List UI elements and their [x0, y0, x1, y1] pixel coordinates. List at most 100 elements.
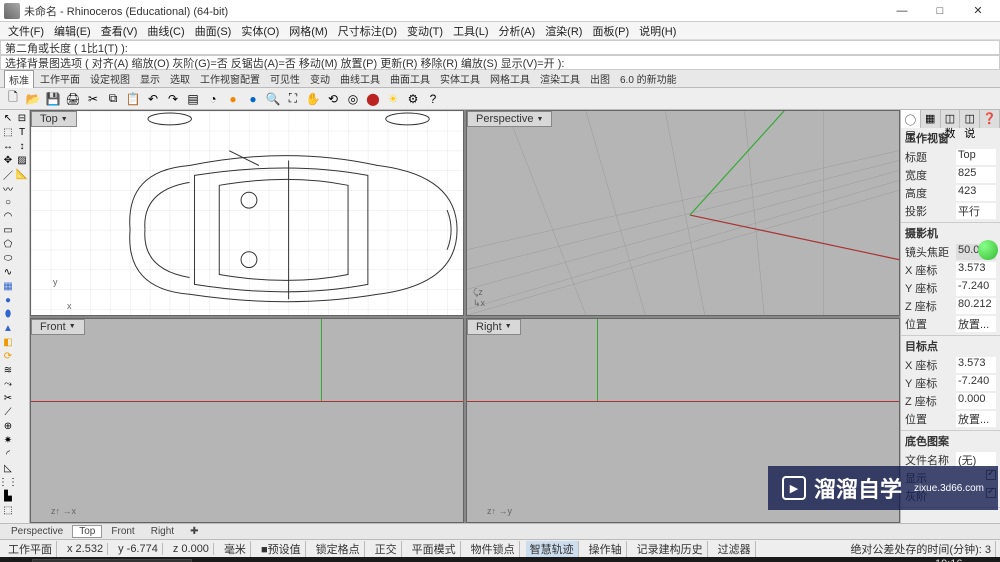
vptab-add[interactable]: ✚ [183, 525, 205, 538]
status-default[interactable]: ■预设值 [257, 541, 306, 557]
prop-val[interactable]: 3.573 [956, 357, 996, 373]
menu-tools[interactable]: 工具(L) [449, 23, 492, 39]
tab-transform[interactable]: 变动 [306, 70, 334, 87]
panel-tab-layers[interactable]: ▦ [921, 110, 941, 128]
tab-curvetools[interactable]: 曲线工具 [336, 70, 384, 87]
split-icon[interactable]: ⟋ [2, 406, 14, 418]
extrude-icon[interactable]: ◧ [2, 336, 14, 348]
prop-val[interactable]: Top [956, 149, 996, 165]
new-icon[interactable]: 🗋 [4, 90, 22, 108]
minimize-button[interactable]: — [884, 1, 920, 21]
copy-icon[interactable]: ⧉ [104, 90, 122, 108]
redo-icon[interactable]: ↷ [164, 90, 182, 108]
open-icon[interactable]: 📂 [24, 90, 42, 108]
command-prompt[interactable]: 选择背景图选项 ( 对齐(A) 缩放(O) 灰阶(G)=否 反锯齿(A)=否 移… [0, 55, 1000, 70]
undo-icon[interactable]: ↶ [144, 90, 162, 108]
lasso-icon[interactable]: ⬚ [2, 126, 14, 138]
save-icon[interactable]: 💾 [44, 90, 62, 108]
sweep-icon[interactable]: ⤳ [2, 378, 14, 390]
chamfer-icon[interactable]: ◺ [2, 462, 14, 474]
sphere-icon[interactable]: ● [2, 294, 14, 306]
paste-icon[interactable]: 📋 [124, 90, 142, 108]
tab-new60[interactable]: 6.0 的新功能 [616, 70, 681, 87]
box-icon[interactable]: ▦ [2, 280, 14, 292]
place-button[interactable]: 放置... [956, 411, 996, 427]
floating-widget-icon[interactable] [978, 240, 998, 260]
curve-icon[interactable]: ∿ [2, 266, 14, 278]
prop-val[interactable]: 423 [956, 185, 996, 201]
panel-tab-props[interactable]: ◯属 [901, 110, 921, 128]
circle-icon[interactable]: ○ [2, 196, 14, 208]
tab-solidtools[interactable]: 实体工具 [436, 70, 484, 87]
status-filter[interactable]: 过滤器 [714, 541, 756, 557]
array-icon[interactable]: ⋮⋮ [2, 476, 14, 488]
menu-panels[interactable]: 面板(P) [588, 23, 633, 39]
cylinder-icon[interactable]: ⬮ [2, 308, 14, 320]
dim-icon[interactable]: ↕ [16, 140, 28, 152]
status-ortho[interactable]: 正交 [371, 541, 402, 557]
zoom-icon[interactable]: 🔍 [264, 90, 282, 108]
fillet-icon[interactable]: ◜ [2, 448, 14, 460]
osnap-icon[interactable]: ◎ [344, 90, 362, 108]
prop-val[interactable]: -7.240 [956, 375, 996, 391]
print-icon[interactable]: 🖨 [64, 90, 82, 108]
trim-icon[interactable]: ✂ [2, 392, 14, 404]
line-icon[interactable]: ／ [2, 168, 14, 180]
status-gridlock[interactable]: 锁定格点 [312, 541, 365, 557]
viewport-front-label[interactable]: Front▼ [31, 319, 85, 335]
panel-tab-display[interactable]: ◫数 [941, 110, 961, 128]
mirror-icon[interactable]: ▙ [2, 490, 14, 502]
loft-icon[interactable]: ≋ [2, 364, 14, 376]
viewport-perspective[interactable]: Perspective▼ ⤹z↳x [466, 110, 900, 316]
tab-standard[interactable]: 标准 [4, 70, 34, 88]
menu-solid[interactable]: 实体(O) [237, 23, 283, 39]
pointer-icon[interactable]: ↖ [2, 112, 14, 124]
tab-surftools[interactable]: 曲面工具 [386, 70, 434, 87]
tab-visibility[interactable]: 可见性 [266, 70, 304, 87]
rotate-icon[interactable]: ⟲ [324, 90, 342, 108]
zoomext-icon[interactable]: ⛶ [284, 90, 302, 108]
menu-help[interactable]: 说明(H) [635, 23, 680, 39]
material-icon[interactable]: ⬤ [364, 90, 382, 108]
prop-val[interactable]: 3.573 [956, 262, 996, 278]
viewport-right-label[interactable]: Right▼ [467, 319, 521, 335]
polygon-icon[interactable]: ⬠ [2, 238, 14, 250]
options-icon[interactable]: ⚙ [404, 90, 422, 108]
status-gumball[interactable]: 操作轴 [585, 541, 627, 557]
place-button[interactable]: 放置... [956, 316, 996, 332]
viewport-top[interactable]: Top▼ x y [30, 110, 464, 316]
gumball-icon[interactable]: ✥ [2, 154, 14, 166]
vptab-persp[interactable]: Perspective [4, 525, 70, 538]
ellipse-icon[interactable]: ⬭ [2, 252, 14, 264]
move-icon[interactable]: ↔ [2, 140, 14, 152]
render-icon[interactable]: ● [224, 90, 242, 108]
menu-transform[interactable]: 变动(T) [403, 23, 447, 39]
tab-drafting[interactable]: 出图 [586, 70, 614, 87]
rect-icon[interactable]: ▭ [2, 224, 14, 236]
tab-cplane[interactable]: 工作平面 [36, 70, 84, 87]
close-button[interactable]: ✕ [960, 1, 996, 21]
prop-val[interactable]: 0.000 [956, 393, 996, 409]
revolve-icon[interactable]: ⟳ [2, 350, 14, 362]
taskbar-clock[interactable]: 19:16 2017/12/24 [921, 559, 976, 562]
explode-icon[interactable]: ✷ [2, 434, 14, 446]
vptab-right[interactable]: Right [144, 525, 181, 538]
menu-view[interactable]: 查看(V) [97, 23, 142, 39]
hatch-icon[interactable]: ▨ [16, 154, 28, 166]
viewport-top-label[interactable]: Top▼ [31, 111, 77, 127]
tab-display[interactable]: 显示 [136, 70, 164, 87]
menu-dimension[interactable]: 尺寸标注(D) [334, 23, 401, 39]
light-icon[interactable]: ☀ [384, 90, 402, 108]
cone-icon[interactable]: ▲ [2, 322, 14, 334]
menu-surface[interactable]: 曲面(S) [191, 23, 236, 39]
maximize-button[interactable]: □ [922, 1, 958, 21]
app-rhino-icon[interactable]: ◆ [284, 558, 312, 562]
tab-select[interactable]: 选取 [166, 70, 194, 87]
group-icon[interactable]: ⬚ [2, 504, 14, 516]
vptab-top[interactable]: Top [72, 525, 102, 538]
menu-mesh[interactable]: 网格(M) [285, 23, 332, 39]
status-planar[interactable]: 平面模式 [408, 541, 461, 557]
ungroup-icon[interactable]: ⊟ [16, 112, 28, 124]
arc-icon[interactable]: ◠ [2, 210, 14, 222]
tab-setview[interactable]: 设定视图 [86, 70, 134, 87]
